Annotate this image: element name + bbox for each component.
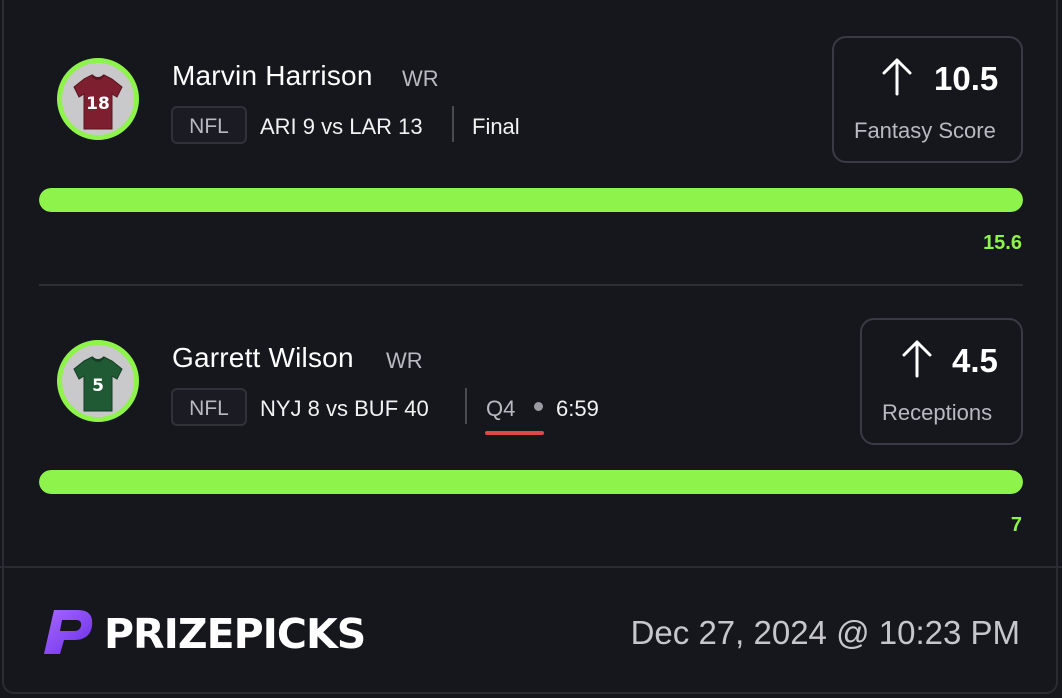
game-status: Final — [472, 114, 520, 139]
entry-timestamp: Dec 27, 2024 @ 10:23 PM — [630, 614, 1020, 651]
game-quarter: Q4 — [486, 396, 516, 421]
player-position: WR — [402, 66, 439, 91]
game-clock: 6:59 — [556, 396, 599, 421]
stat-type: Receptions — [882, 400, 993, 425]
jersey-icon: 18 — [73, 74, 123, 130]
league-badge: NFL — [171, 388, 247, 426]
brand-name: PRIZEPICKS — [104, 610, 366, 658]
row-divider — [39, 284, 1023, 286]
player-position: WR — [386, 348, 423, 373]
jersey-number: 5 — [92, 376, 104, 396]
dot-separator — [534, 402, 543, 411]
up-arrow-icon — [902, 340, 932, 378]
stat-type: Fantasy Score — [854, 118, 996, 143]
player-name: Marvin Harrison — [172, 60, 373, 91]
progress-bar — [39, 470, 1023, 494]
jersey-number: 18 — [86, 94, 110, 114]
progress-fill — [39, 470, 1023, 494]
player-avatar: 18 — [57, 58, 139, 140]
player-avatar: 5 — [57, 340, 139, 422]
line-value: 4.5 — [952, 342, 998, 379]
line-value: 10.5 — [934, 60, 999, 97]
projection-box: 10.5 Fantasy Score — [832, 36, 1023, 163]
game-matchup: NYJ 8 vs BUF 40 — [260, 396, 429, 421]
prizepicks-logo-icon — [44, 610, 93, 654]
separator — [452, 106, 454, 142]
league-badge: NFL — [171, 106, 247, 144]
footer-divider — [0, 566, 1062, 568]
projection-box: 4.5 Receptions — [860, 318, 1023, 445]
actual-value: 15.6 — [983, 232, 1022, 254]
live-indicator — [485, 431, 544, 435]
jersey-icon: 5 — [73, 356, 123, 412]
game-matchup: ARI 9 vs LAR 13 — [260, 114, 423, 139]
up-arrow-icon — [882, 58, 912, 96]
progress-fill — [39, 188, 1023, 212]
separator — [465, 388, 467, 424]
actual-value: 7 — [1010, 514, 1022, 536]
progress-bar — [39, 188, 1023, 212]
player-name: Garrett Wilson — [172, 342, 354, 373]
